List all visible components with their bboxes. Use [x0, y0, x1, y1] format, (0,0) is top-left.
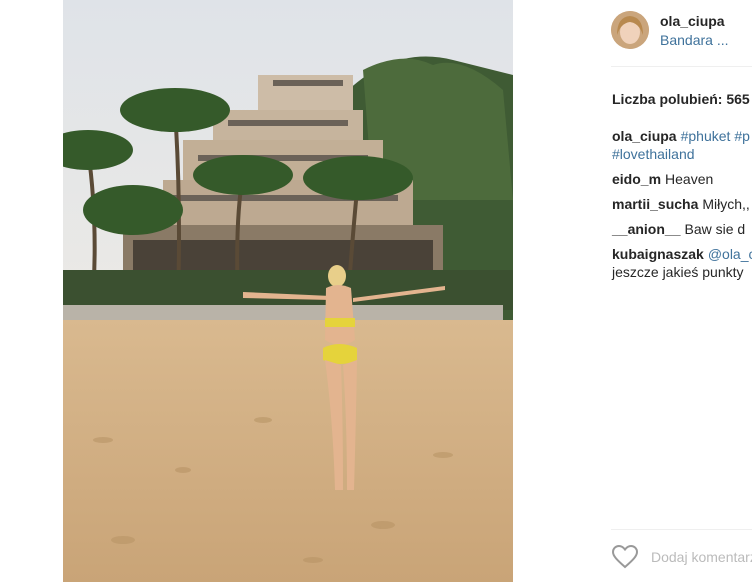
- caption-username[interactable]: ola_ciupa: [612, 128, 677, 144]
- comment-username[interactable]: martii_sucha: [612, 196, 698, 212]
- likes-count[interactable]: Liczba polubień: 565: [612, 91, 750, 107]
- comment-username[interactable]: eido_m: [612, 171, 661, 187]
- left-margin: [0, 0, 63, 582]
- comment-item: martii_sucha Miłych,,: [612, 195, 752, 213]
- comments-list: ola_ciupa #phuket #p #lovethailand eido_m…: [612, 127, 752, 288]
- comment-username[interactable]: __anion__: [612, 221, 680, 237]
- header-divider: [611, 66, 752, 67]
- comment-mention[interactable]: @ola_c: [708, 246, 752, 262]
- hashtag-truncated[interactable]: #p: [734, 128, 750, 144]
- comment-username[interactable]: kubaignaszak: [612, 246, 704, 262]
- hashtag-phuket[interactable]: #phuket: [681, 128, 731, 144]
- footer-divider: [611, 529, 752, 530]
- comment-text: jeszcze jakieś punkty: [612, 264, 744, 280]
- add-comment-input[interactable]: Dodaj komentarz: [651, 549, 752, 565]
- comment-item: eido_m Heaven: [612, 170, 752, 188]
- comment-item: kubaignaszak @ola_c jeszcze jakieś punkty: [612, 245, 752, 281]
- post-photo[interactable]: [63, 0, 513, 582]
- hashtag-lovethailand[interactable]: #lovethailand: [612, 146, 695, 162]
- post-location[interactable]: Bandara ...: [660, 32, 729, 48]
- comment-text: Miłych,,: [702, 196, 750, 212]
- heart-icon[interactable]: [612, 545, 638, 569]
- comment-item: __anion__ Baw sie d: [612, 220, 752, 238]
- caption: ola_ciupa #phuket #p #lovethailand: [612, 127, 752, 163]
- post-sidebar: ola_ciupa Bandara ... Liczba polubień: 5…: [513, 0, 752, 582]
- post-header: ola_ciupa Bandara ...: [513, 0, 752, 66]
- post-username[interactable]: ola_ciupa: [660, 13, 725, 29]
- comment-text: Heaven: [665, 171, 714, 187]
- comment-text: Baw sie d: [684, 221, 746, 237]
- user-avatar[interactable]: [611, 11, 649, 49]
- beach-photo-image: [63, 0, 513, 582]
- post-actions: Dodaj komentarz: [612, 543, 752, 573]
- avatar-image: [611, 11, 649, 49]
